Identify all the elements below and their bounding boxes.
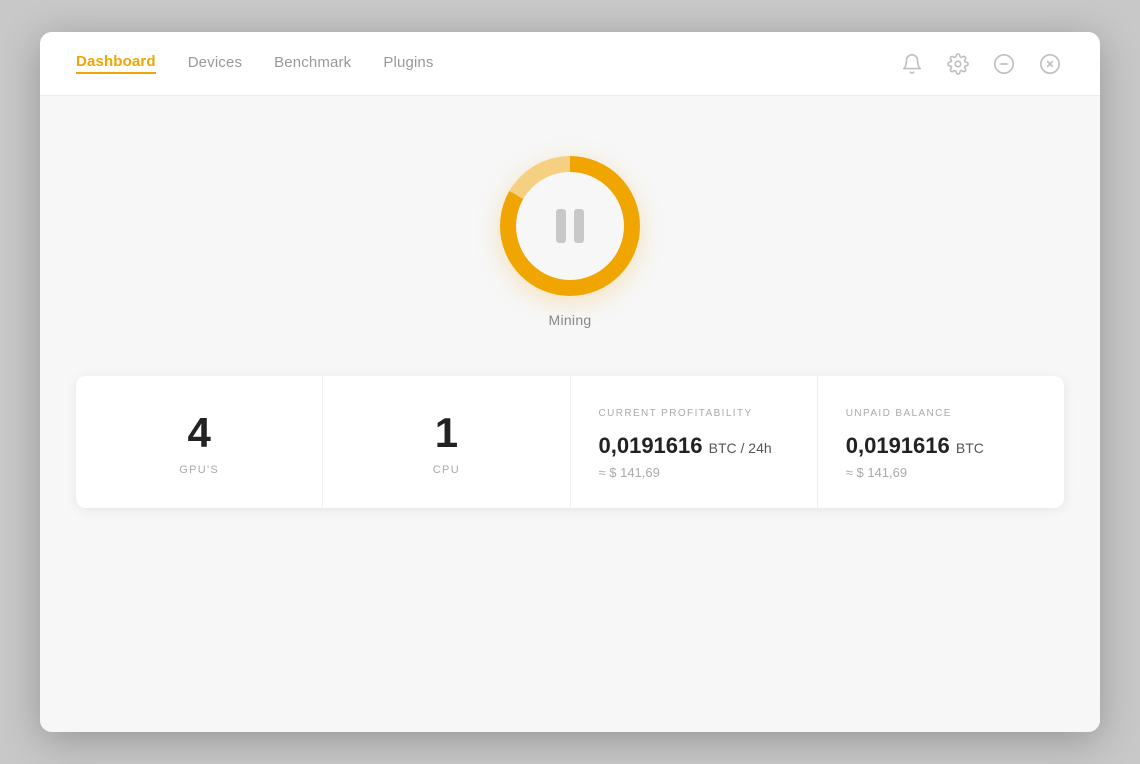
pause-bar-right	[574, 209, 584, 243]
profitability-title: CURRENT PROFITABILITY	[599, 408, 753, 419]
bottom-partial	[76, 524, 1064, 556]
nav-items: Dashboard Devices Benchmark Plugins	[76, 53, 434, 74]
balance-usd: ≈ $ 141,69	[846, 465, 907, 480]
mining-status-label: Mining	[549, 312, 592, 328]
pause-icon	[556, 209, 584, 243]
balance-btc: 0,0191616 BTC	[846, 433, 984, 459]
nav-devices[interactable]: Devices	[188, 54, 242, 73]
mining-section: Mining	[500, 156, 640, 328]
nav-bar: Dashboard Devices Benchmark Plugins	[40, 32, 1100, 96]
gpus-value: 4	[187, 412, 210, 454]
stats-row: 4 GPU'S 1 CPU CURRENT PROFITABILITY 0,01…	[76, 376, 1064, 508]
close-icon[interactable]	[1036, 50, 1064, 78]
main-content: Mining 4 GPU'S 1 CPU CURRENT PROFITABILI…	[40, 96, 1100, 732]
settings-icon[interactable]	[944, 50, 972, 78]
nav-dashboard[interactable]: Dashboard	[76, 53, 156, 74]
bell-icon[interactable]	[898, 50, 926, 78]
nav-benchmark[interactable]: Benchmark	[274, 54, 351, 73]
gpus-label: GPU'S	[179, 464, 219, 476]
stat-cpu: 1 CPU	[323, 376, 570, 508]
cpu-value: 1	[435, 412, 458, 454]
profitability-usd: ≈ $ 141,69	[599, 465, 660, 480]
stat-profitability: CURRENT PROFITABILITY 0,0191616 BTC / 24…	[571, 376, 818, 508]
mining-btn-inner	[516, 172, 624, 280]
nav-controls	[898, 50, 1064, 78]
stat-gpus: 4 GPU'S	[76, 376, 323, 508]
pause-bar-left	[556, 209, 566, 243]
app-window: Dashboard Devices Benchmark Plugins	[40, 32, 1100, 732]
minimize-icon[interactable]	[990, 50, 1018, 78]
stat-balance: UNPAID BALANCE 0,0191616 BTC ≈ $ 141,69	[818, 376, 1064, 508]
balance-title: UNPAID BALANCE	[846, 408, 952, 419]
profitability-btc: 0,0191616 BTC / 24h	[599, 433, 772, 459]
nav-plugins[interactable]: Plugins	[383, 54, 433, 73]
mining-toggle-button[interactable]	[500, 156, 640, 296]
cpu-label: CPU	[433, 464, 460, 476]
